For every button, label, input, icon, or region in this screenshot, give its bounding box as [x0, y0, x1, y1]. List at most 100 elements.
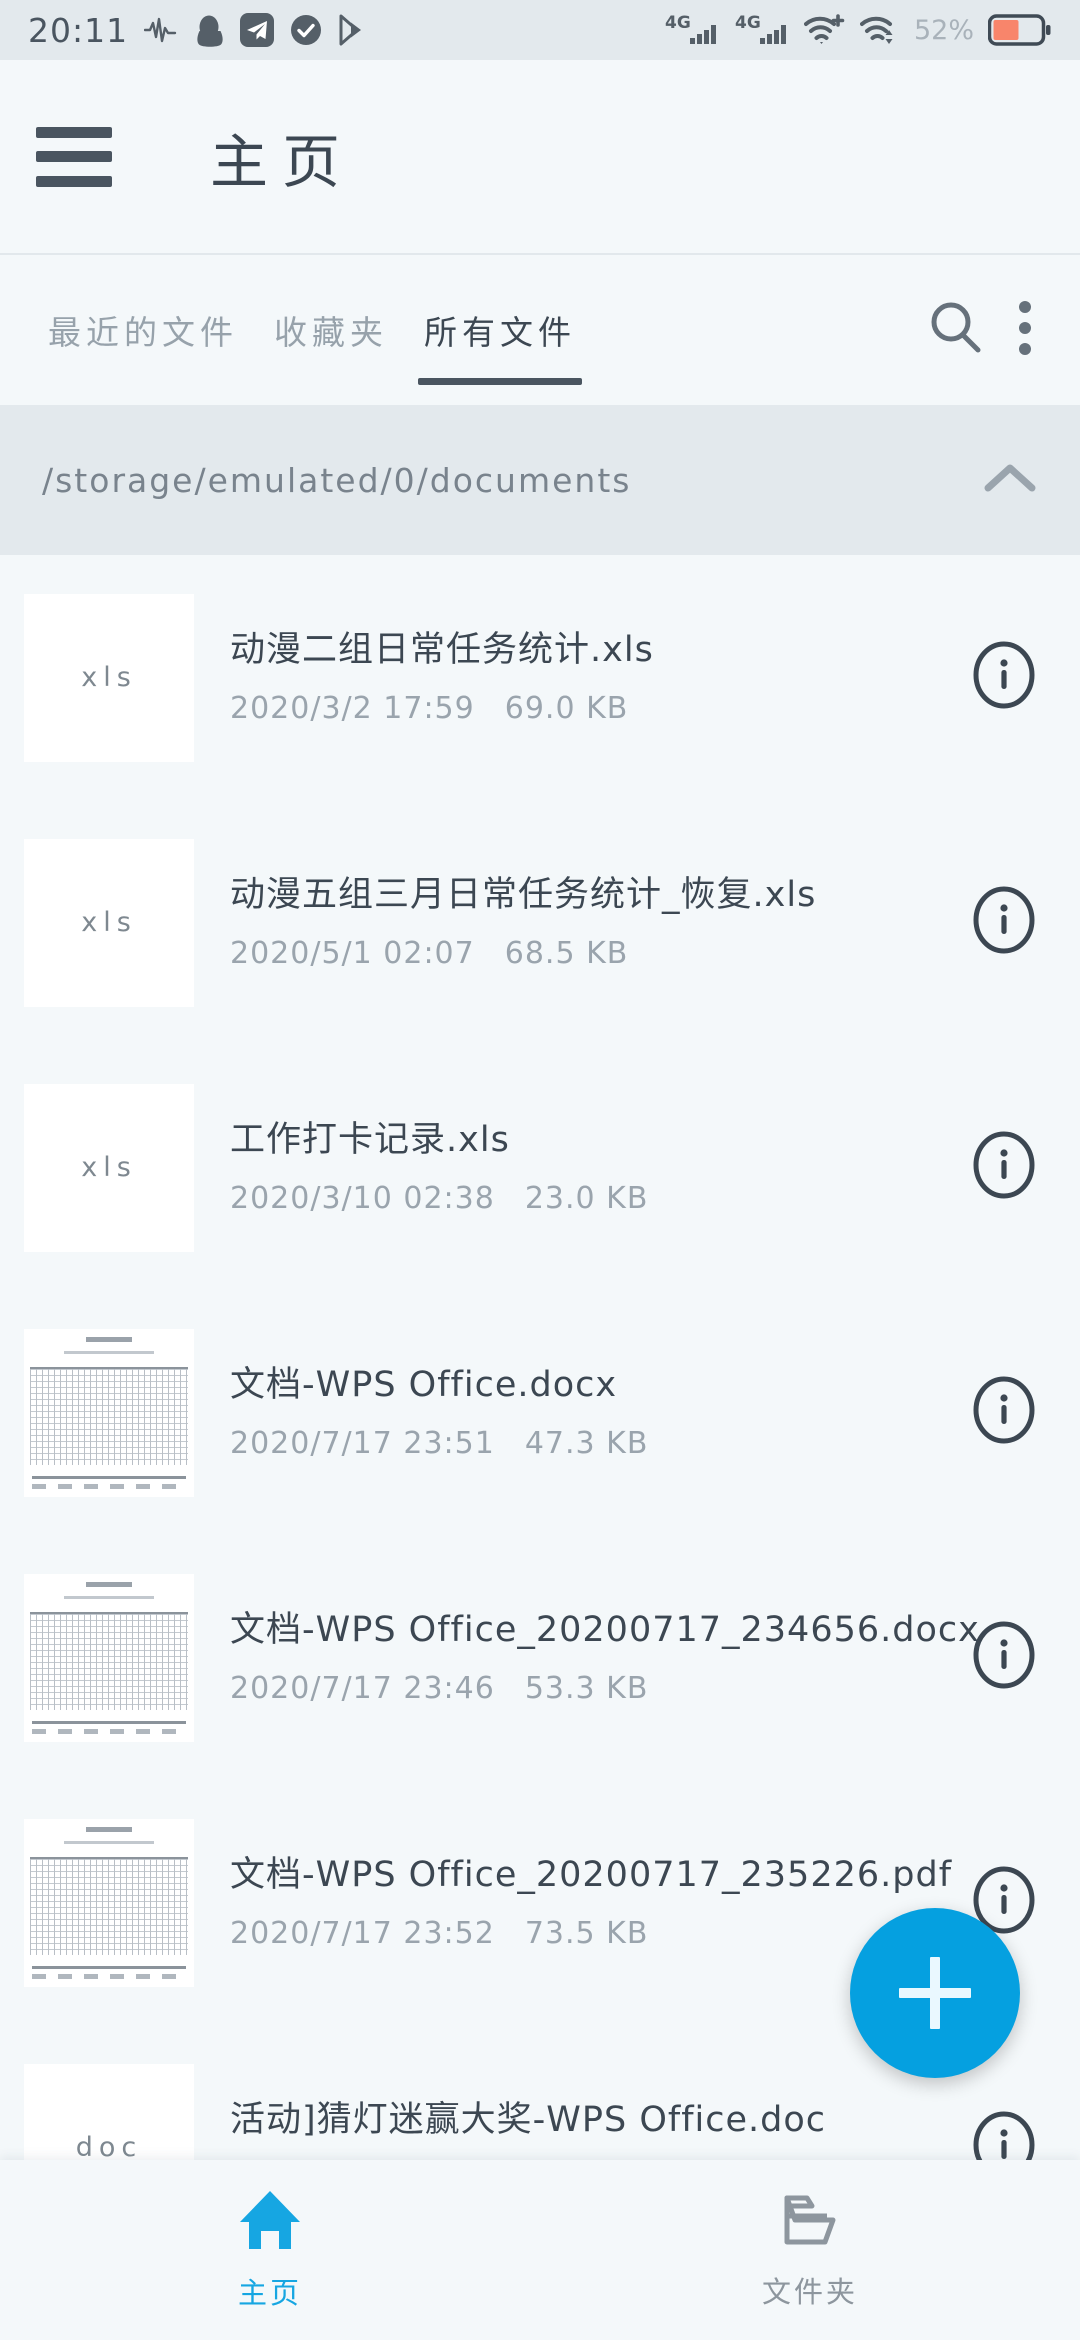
- file-list-item[interactable]: xls 动漫二组日常任务统计.xls 2020/3/2 17:59 69.0 KB: [0, 555, 1080, 800]
- file-size: 73.5 KB: [524, 1915, 649, 1951]
- file-list-item[interactable]: 文档-WPS Office.docx 2020/7/17 23:51 47.3 K…: [0, 1290, 1080, 1535]
- file-thumbnail-xls: xls: [24, 1083, 194, 1252]
- qq-penguin-icon: [194, 13, 224, 47]
- status-bar-left: 20:11: [28, 11, 372, 50]
- file-meta: 文档-WPS Office.docx 2020/7/17 23:51 47.3 K…: [230, 1364, 952, 1461]
- file-type-label: xls: [81, 907, 137, 938]
- tab-favorites-label: 收藏夹: [274, 313, 388, 352]
- bottom-nav-item-home[interactable]: 主页: [0, 2189, 540, 2312]
- signal-4g-sim1-icon: 4G: [664, 10, 720, 50]
- file-meta: 文档-WPS Office_20200717_235226.pdf 2020/7…: [230, 1854, 952, 1951]
- file-thumbnail-doc: doc: [24, 2063, 194, 2160]
- file-meta: 文档-WPS Office_20200717_234656.docx 2020/…: [230, 1609, 980, 1706]
- folder-icon: [777, 2190, 843, 2255]
- file-list-item[interactable]: 文档-WPS Office_20200717_234656.docx 2020/…: [0, 1535, 1080, 1780]
- file-list-item[interactable]: xls 动漫五组三月日常任务统计_恢复.xls 2020/5/1 02:07 68…: [0, 800, 1080, 1045]
- add-file-fab[interactable]: [850, 1908, 1020, 2078]
- tab-all-files[interactable]: 所有文件: [406, 255, 594, 405]
- file-subtitle: 2020/7/17 23:46 53.3 KB: [230, 1671, 952, 1706]
- check-circle-icon: [290, 14, 322, 46]
- sheet-preview-title: [86, 1826, 132, 1832]
- file-name: 动漫二组日常任务统计.xls: [230, 630, 654, 671]
- file-name: 文档-WPS Office_20200717_234656.docx: [230, 1610, 980, 1651]
- file-date: 2020/3/10 02:38: [230, 1180, 495, 1216]
- sheet-preview-footer-row: [32, 1973, 186, 1979]
- file-name: 动漫五组三月日常任务统计_恢复.xls: [230, 875, 817, 916]
- file-name: 文档-WPS Office_20200717_235226.pdf: [230, 1855, 953, 1896]
- file-size: 47.3 KB: [524, 1425, 649, 1461]
- file-thumbnail-sheet-preview: [24, 1573, 194, 1742]
- path-bar[interactable]: /storage/emulated/0/documents: [0, 405, 1080, 555]
- home-icon: [237, 2189, 303, 2256]
- file-name: 工作打卡记录.xls: [230, 1120, 510, 1161]
- status-bar-right: 4G 4G 52%: [664, 10, 1052, 50]
- wifi-plus-icon: [803, 13, 846, 47]
- sheet-preview-title: [86, 1581, 132, 1587]
- svg-text:4G: 4G: [735, 13, 761, 33]
- file-date: 2020/7/17 23:46: [230, 1670, 495, 1706]
- sheet-preview-grid: [30, 1366, 188, 1465]
- hamburger-bar-3: [36, 175, 112, 187]
- file-size: 69.0 KB: [504, 690, 629, 726]
- bottom-navigation-bar: 主页 文件夹: [0, 2160, 1080, 2340]
- sheet-preview-footer-row: [32, 1483, 186, 1489]
- status-bar: 20:11 4G 4G 52%: [0, 0, 1080, 60]
- wifi-transfer-icon: [859, 13, 900, 47]
- file-size: 53.3 KB: [524, 1670, 649, 1706]
- sheet-preview-footer-rule: [32, 1475, 186, 1479]
- file-meta: 动漫五组三月日常任务统计_恢复.xls 2020/5/1 02:07 68.5 K…: [230, 874, 952, 971]
- info-circle-icon[interactable]: [968, 1619, 1040, 1696]
- file-date: 2020/7/17 23:52: [230, 1915, 495, 1951]
- svg-text:4G: 4G: [665, 13, 691, 33]
- sheet-preview-title: [86, 1336, 132, 1342]
- chevron-up-icon[interactable]: [982, 460, 1038, 501]
- battery-percent-label: 52%: [913, 14, 974, 46]
- hamburger-bar-1: [36, 126, 112, 138]
- bottom-nav-folder-label: 文件夹: [761, 2274, 858, 2309]
- file-meta: 动漫二组日常任务统计.xls 2020/3/2 17:59 69.0 KB: [230, 629, 952, 726]
- file-subtitle: 2020/7/17 23:52 73.5 KB: [230, 1916, 952, 1951]
- tab-bar-actions: [926, 298, 1034, 363]
- file-list-item[interactable]: xls 工作打卡记录.xls 2020/3/10 02:38 23.0 KB: [0, 1045, 1080, 1290]
- info-circle-icon[interactable]: [968, 639, 1040, 716]
- sheet-preview-subtitle: [64, 1350, 154, 1354]
- tab-recent-files[interactable]: 最近的文件: [30, 255, 256, 405]
- file-date: 2020/3/2 17:59: [230, 690, 475, 726]
- tab-bar: 最近的文件 收藏夹 所有文件: [0, 255, 1080, 405]
- info-circle-icon[interactable]: [968, 2109, 1040, 2160]
- file-size: 68.5 KB: [504, 935, 629, 971]
- file-subtitle: 2020/3/2 17:59 69.0 KB: [230, 691, 952, 726]
- hamburger-menu-icon[interactable]: [36, 126, 112, 187]
- info-circle-icon[interactable]: [968, 1374, 1040, 1451]
- file-type-label: doc: [75, 2132, 143, 2160]
- sheet-preview-subtitle: [64, 1840, 154, 1844]
- file-type-label: xls: [81, 662, 137, 693]
- file-name: 活动]猜灯迷赢大奖-WPS Office.doc: [230, 2100, 827, 2141]
- sheet-preview-grid: [30, 1856, 188, 1955]
- file-subtitle: 2020/3/10 02:38 23.0 KB: [230, 1181, 952, 1216]
- file-subtitle: 2020/7/17 23:51 47.3 KB: [230, 1426, 952, 1461]
- sheet-preview-subtitle: [64, 1595, 154, 1599]
- info-circle-icon[interactable]: [968, 884, 1040, 961]
- bottom-nav-home-label: 主页: [237, 2275, 302, 2310]
- sheet-preview-grid: [30, 1611, 188, 1710]
- file-meta: 工作打卡记录.xls 2020/3/10 02:38 23.0 KB: [230, 1119, 952, 1216]
- waveform-icon: [144, 15, 178, 45]
- file-size: 23.0 KB: [524, 1180, 649, 1216]
- hamburger-bar-2: [36, 151, 112, 162]
- current-path-label: /storage/emulated/0/documents: [42, 460, 632, 500]
- tab-favorites[interactable]: 收藏夹: [256, 255, 406, 405]
- file-thumbnail-xls: xls: [24, 593, 194, 762]
- search-icon[interactable]: [926, 298, 986, 363]
- file-name: 文档-WPS Office.docx: [230, 1365, 618, 1406]
- bottom-nav-item-folder[interactable]: 文件夹: [540, 2190, 1080, 2311]
- file-thumbnail-xls: xls: [24, 838, 194, 1007]
- info-circle-icon[interactable]: [968, 1129, 1040, 1206]
- file-thumbnail-sheet-preview: [24, 1818, 194, 1987]
- file-date: 2020/5/1 02:07: [230, 935, 475, 971]
- battery-icon: [988, 13, 1052, 47]
- file-meta: 活动]猜灯迷赢大奖-WPS Office.doc 2020/1/17 17:04…: [230, 2099, 952, 2160]
- status-bar-clock: 20:11: [28, 10, 129, 50]
- file-date: 2020/7/17 23:51: [230, 1425, 495, 1461]
- more-vertical-icon[interactable]: [1016, 298, 1034, 363]
